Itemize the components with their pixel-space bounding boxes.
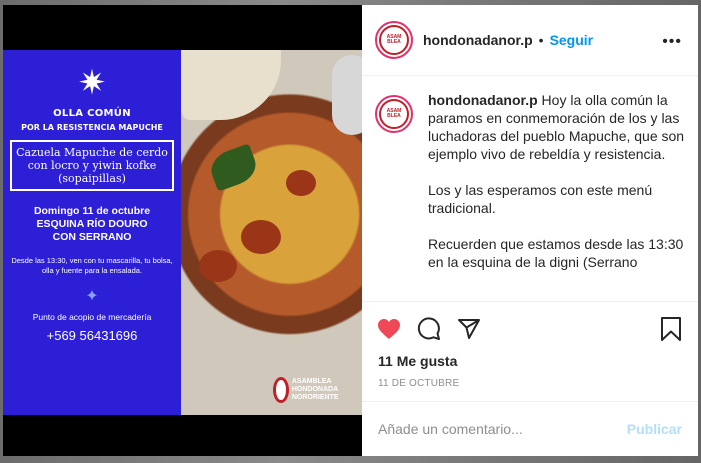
asamblea-logo: ASAMBLEA HONDONADA NORORIENTE (273, 375, 359, 405)
post-date[interactable]: 11 DE OCTUBRE (378, 378, 459, 389)
chorizo-slice (286, 170, 316, 196)
caption-text: hondonadanor.p Hoy la olla común la para… (428, 91, 693, 301)
avatar[interactable]: ASAM BLEA (375, 21, 413, 59)
post-media[interactable]: ✷ OLLA COMÚN POR LA RESISTENCIA MAPUCHE … (3, 5, 362, 456)
avatar-logo-icon: ASAM BLEA (379, 25, 409, 55)
comment-bar: Publicar (362, 401, 698, 456)
caption-paragraph-2: Los y las esperamos con este menú tradic… (428, 182, 653, 216)
poster-acopio: Punto de acopio de mercadería (32, 312, 152, 322)
poster-text-panel: ✷ OLLA COMÚN POR LA RESISTENCIA MAPUCHE … (3, 50, 181, 415)
poster-subtitle: POR LA RESISTENCIA MAPUCHE (21, 123, 163, 132)
caption-username[interactable]: hondonadanor.p (428, 92, 538, 108)
caption-avatar[interactable]: ASAM BLEA (375, 95, 413, 133)
poster-image: ✷ OLLA COMÚN POR LA RESISTENCIA MAPUCHE … (3, 50, 362, 415)
bookmark-icon[interactable] (658, 316, 684, 342)
chorizo-slice (199, 250, 237, 282)
share-icon[interactable] (456, 316, 482, 342)
caption-paragraph-3: Recuerden que estamos desde las 13:30 en… (428, 236, 684, 270)
likes-count[interactable]: 11 Me gusta (378, 353, 457, 369)
more-options-icon[interactable]: ••• (662, 33, 682, 51)
sparkle-icon: ✦ (85, 288, 99, 305)
star-icon: ✷ (77, 64, 107, 102)
logo-text: ASAMBLEA HONDONADA NORORIENTE (291, 378, 339, 401)
food-photo: ASAMBLEA HONDONADA NORORIENTE (181, 50, 362, 415)
post-modal: ✷ OLLA COMÚN POR LA RESISTENCIA MAPUCHE … (3, 5, 698, 456)
post-sidebar: ASAM BLEA hondonadanor.p • Seguir ••• ASA… (362, 5, 698, 456)
poster-title: OLLA COMÚN (53, 108, 131, 119)
bread-shape (181, 50, 281, 120)
avatar-logo-icon: ASAM BLEA (379, 99, 409, 129)
herb-shape (206, 143, 261, 192)
poster-note: Desde las 13:30, ven con tu mascarilla, … (11, 256, 173, 275)
action-icons (376, 316, 482, 342)
spoon-shape (332, 55, 362, 135)
post-header: ASAM BLEA hondonadanor.p • Seguir ••• (362, 5, 698, 76)
publish-button[interactable]: Publicar (627, 421, 682, 437)
poster-menu: Cazuela Mapuche de cerdo con locro y yiw… (10, 140, 174, 191)
follow-button[interactable]: Seguir (550, 32, 594, 48)
comment-icon[interactable] (416, 316, 442, 342)
comment-input[interactable] (378, 421, 627, 437)
actions-section: 11 Me gusta 11 DE OCTUBRE (362, 301, 698, 401)
caption: ASAM BLEA hondonadanor.p Hoy la olla comú… (375, 91, 693, 301)
header-separator: • (538, 32, 544, 48)
header-username[interactable]: hondonadanor.p (423, 32, 533, 48)
chorizo-slice (241, 220, 281, 254)
logo-circle-icon (273, 377, 289, 403)
poster-date-line: Domingo 11 de octubre (33, 205, 151, 217)
poster-phone: +569 56431696 (46, 328, 138, 343)
poster-place-line1: ESQUINA RÍO DOURO (36, 218, 148, 230)
heart-icon[interactable] (376, 316, 402, 342)
poster-place-line2: CON SERRANO (52, 231, 132, 243)
poster-date: Domingo 11 de octubre ESQUINA RÍO DOURO … (3, 205, 181, 244)
